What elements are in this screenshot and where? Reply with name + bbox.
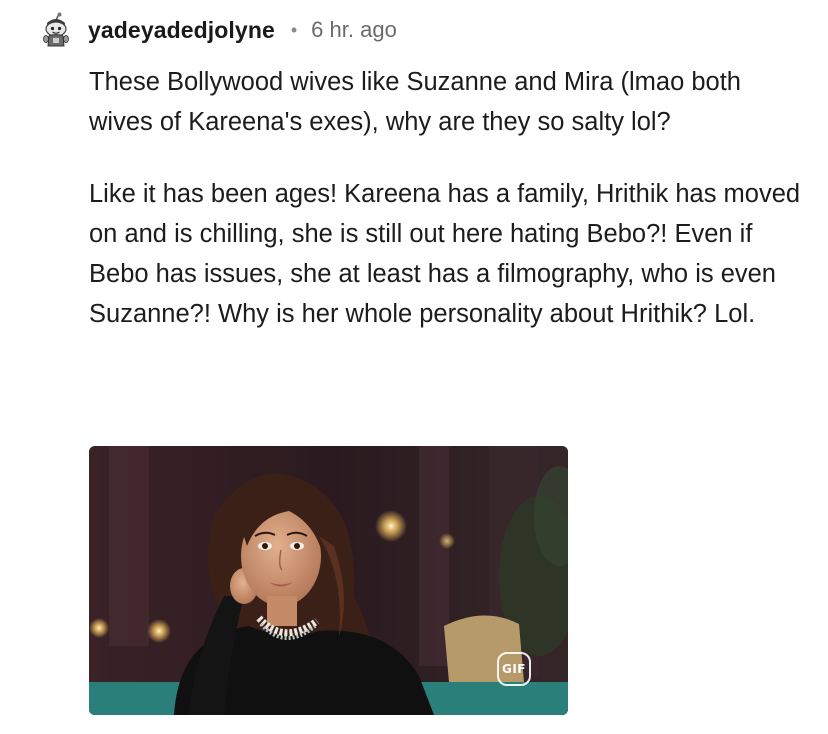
snoo-avatar-icon[interactable] <box>40 12 72 48</box>
gif-embed[interactable]: GIF <box>89 446 568 715</box>
comment-paragraph-2: Like it has been ages! Kareena has a fam… <box>89 180 801 328</box>
username-link[interactable]: yadeyadedjolyne <box>88 17 275 44</box>
comment-paragraph-1: These Bollywood wives like Suzanne and M… <box>89 68 741 136</box>
separator-dot: • <box>290 19 298 40</box>
gif-badge: GIF <box>497 652 531 686</box>
comment: yadeyadedjolyne • 6 hr. ago These Bollyw… <box>0 0 828 734</box>
comment-body: These Bollywood wives like Suzanne and M… <box>89 62 809 334</box>
timestamp[interactable]: 6 hr. ago <box>311 17 397 43</box>
comment-header: yadeyadedjolyne • 6 hr. ago <box>40 10 397 50</box>
